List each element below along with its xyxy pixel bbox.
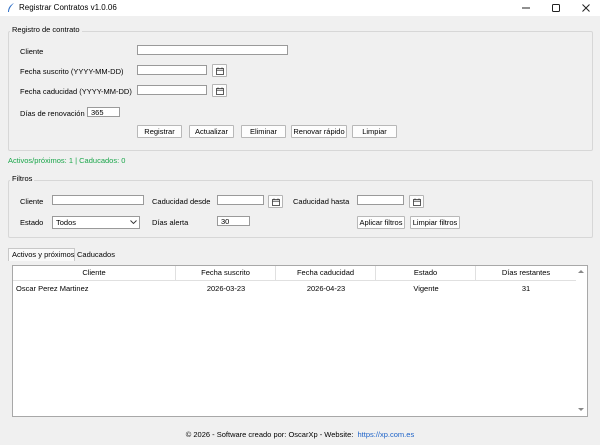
filters-group bbox=[8, 180, 593, 238]
table-row[interactable]: Oscar Perez Martinez 2026-03-23 2026-04-… bbox=[13, 281, 576, 295]
limpiar-filtros-button[interactable]: Limpiar filtros bbox=[410, 216, 460, 229]
maximize-button[interactable] bbox=[541, 0, 571, 16]
cell-fecha-caducidad: 2026-04-23 bbox=[306, 284, 346, 293]
eliminar-button[interactable]: Eliminar bbox=[241, 125, 286, 138]
filter-cliente-input[interactable] bbox=[52, 195, 144, 205]
fecha-caducidad-calendar-button[interactable] bbox=[212, 84, 227, 97]
minimize-icon bbox=[522, 7, 530, 9]
contract-form-legend: Registro de contrato bbox=[10, 25, 82, 34]
fecha-suscrito-input[interactable] bbox=[137, 65, 207, 75]
calendar-icon bbox=[272, 198, 280, 206]
column-header-fecha-caducidad[interactable]: Fecha caducidad bbox=[276, 266, 376, 281]
limpiar-button[interactable]: Limpiar bbox=[352, 125, 397, 138]
filters-legend: Filtros bbox=[10, 174, 35, 183]
aplicar-filtros-button[interactable]: Aplicar filtros bbox=[357, 216, 405, 229]
maximize-icon bbox=[552, 4, 560, 12]
cliente-input[interactable] bbox=[137, 45, 288, 55]
column-header-cliente[interactable]: Cliente bbox=[13, 266, 176, 281]
column-header-dias-restantes[interactable]: Días restantes bbox=[476, 266, 576, 281]
actualizar-button[interactable]: Actualizar bbox=[189, 125, 234, 138]
fecha-caducidad-input[interactable] bbox=[137, 85, 207, 95]
scroll-down-icon bbox=[578, 408, 584, 411]
window-title: Registrar Contratos v1.0.06 bbox=[19, 3, 117, 12]
dias-alerta-input[interactable] bbox=[217, 216, 250, 226]
estado-label: Estado bbox=[20, 218, 44, 227]
dias-alerta-label: Días alerta bbox=[152, 218, 189, 227]
fecha-suscrito-label: Fecha suscrito (YYYY-MM-DD) bbox=[20, 67, 124, 76]
table-vertical-scrollbar[interactable] bbox=[575, 265, 587, 417]
calendar-icon bbox=[413, 198, 421, 206]
footer: © 2026 - Software creado por: OscarXp - … bbox=[0, 430, 600, 439]
caducidad-hasta-label: Caducidad hasta bbox=[293, 197, 350, 206]
feather-icon bbox=[8, 3, 14, 12]
close-icon bbox=[582, 4, 590, 12]
fecha-suscrito-calendar-button[interactable] bbox=[212, 64, 227, 77]
caducidad-desde-calendar-button[interactable] bbox=[268, 195, 283, 208]
column-header-estado[interactable]: Estado bbox=[376, 266, 476, 281]
registrar-button[interactable]: Registrar bbox=[137, 125, 182, 138]
dias-renovacion-label: Días de renovación bbox=[20, 109, 85, 118]
tab-caducados[interactable]: Caducados bbox=[77, 250, 115, 260]
footer-credits: © 2026 - Software creado por: OscarXp - … bbox=[185, 430, 354, 439]
title-bar: Registrar Contratos v1.0.06 bbox=[0, 0, 600, 16]
contracts-table: Cliente Fecha suscrito Fecha caducidad E… bbox=[12, 265, 588, 417]
column-header-fecha-suscrito[interactable]: Fecha suscrito bbox=[176, 266, 276, 281]
caducidad-hasta-calendar-button[interactable] bbox=[409, 195, 424, 208]
calendar-icon bbox=[216, 67, 224, 75]
caducidad-desde-label: Caducidad desde bbox=[152, 197, 211, 206]
filter-cliente-label: Cliente bbox=[20, 197, 44, 206]
tab-activos-proximos[interactable]: Activos y próximos bbox=[8, 248, 75, 261]
footer-website-link[interactable]: https://xp.com.es bbox=[358, 430, 415, 439]
estado-select[interactable]: Todos bbox=[52, 216, 140, 229]
fecha-caducidad-label: Fecha caducidad (YYYY-MM-DD) bbox=[20, 87, 132, 96]
status-summary: Activos/próximos: 1 | Caducados: 0 bbox=[8, 156, 126, 165]
estado-selected-value: Todos bbox=[56, 218, 77, 227]
chevron-down-icon bbox=[130, 220, 137, 225]
renovar-rapido-button[interactable]: Renovar rápido bbox=[291, 125, 347, 138]
scroll-up-icon bbox=[578, 270, 584, 273]
cell-dias-restantes: 31 bbox=[521, 284, 531, 293]
cliente-label: Cliente bbox=[20, 47, 44, 56]
cell-fecha-suscrito: 2026-03-23 bbox=[206, 284, 246, 293]
close-button[interactable] bbox=[571, 0, 600, 16]
cell-cliente: Oscar Perez Martinez bbox=[16, 284, 89, 293]
cell-estado: Vigente bbox=[413, 284, 439, 293]
caducidad-hasta-input[interactable] bbox=[357, 195, 404, 205]
minimize-button[interactable] bbox=[511, 0, 541, 16]
dias-renovacion-input[interactable] bbox=[87, 107, 120, 117]
caducidad-desde-input[interactable] bbox=[217, 195, 264, 205]
calendar-icon bbox=[216, 87, 224, 95]
